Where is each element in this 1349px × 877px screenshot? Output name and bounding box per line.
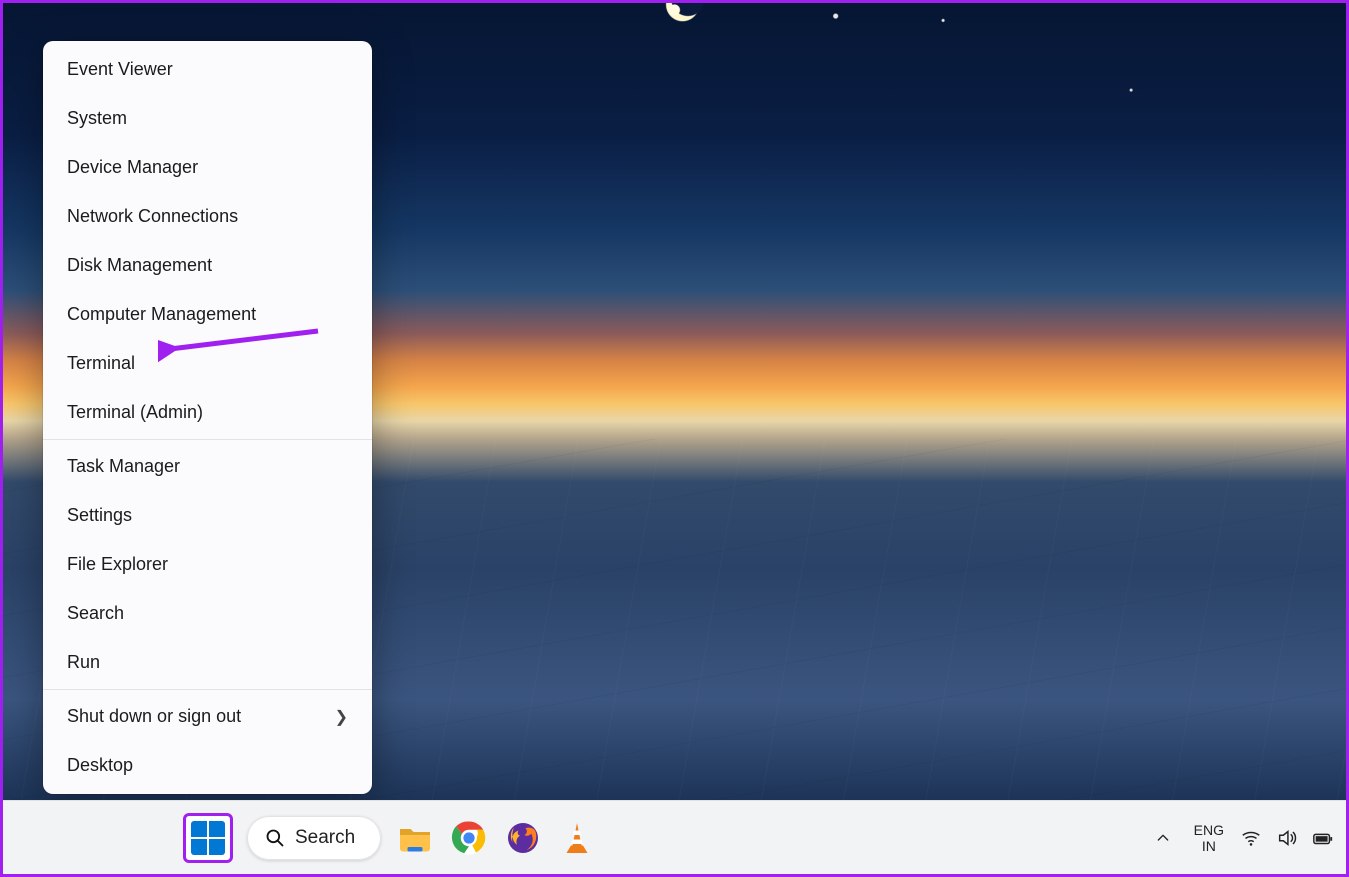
menu-label: Search — [67, 603, 124, 624]
chrome-icon — [451, 820, 487, 856]
menu-desktop[interactable]: Desktop — [43, 741, 372, 790]
taskbar-app-vlc[interactable] — [557, 818, 597, 858]
battery-icon[interactable] — [1312, 827, 1334, 849]
language-indicator[interactable]: ENG IN — [1194, 822, 1224, 854]
menu-label: Settings — [67, 505, 132, 526]
tray-overflow-button[interactable] — [1148, 823, 1178, 853]
menu-label: Desktop — [67, 755, 133, 776]
menu-device-manager[interactable]: Device Manager — [43, 143, 372, 192]
menu-separator — [43, 439, 372, 440]
speaker-icon[interactable] — [1276, 827, 1298, 849]
menu-terminal-admin[interactable]: Terminal (Admin) — [43, 388, 372, 437]
menu-label: Terminal — [67, 353, 135, 374]
menu-system[interactable]: System — [43, 94, 372, 143]
menu-shutdown-signout[interactable]: Shut down or sign out ❯ — [43, 692, 372, 741]
menu-label: System — [67, 108, 127, 129]
search-label: Search — [295, 827, 355, 849]
menu-terminal[interactable]: Terminal — [43, 339, 372, 388]
menu-separator — [43, 689, 372, 690]
menu-label: File Explorer — [67, 554, 168, 575]
menu-file-explorer[interactable]: File Explorer — [43, 540, 372, 589]
menu-network-connections[interactable]: Network Connections — [43, 192, 372, 241]
menu-label: Network Connections — [67, 206, 238, 227]
menu-event-viewer[interactable]: Event Viewer — [43, 45, 372, 94]
menu-disk-management[interactable]: Disk Management — [43, 241, 372, 290]
menu-label: Run — [67, 652, 100, 673]
power-user-menu: Event Viewer System Device Manager Netwo… — [43, 41, 372, 794]
windows-logo-icon — [191, 821, 225, 855]
menu-label: Task Manager — [67, 456, 180, 477]
menu-label: Terminal (Admin) — [67, 402, 203, 423]
menu-label: Device Manager — [67, 157, 198, 178]
menu-settings[interactable]: Settings — [43, 491, 372, 540]
taskbar-app-chrome[interactable] — [449, 818, 489, 858]
menu-label: Event Viewer — [67, 59, 173, 80]
taskbar-app-file-explorer[interactable] — [395, 818, 435, 858]
menu-label: Computer Management — [67, 304, 256, 325]
folder-icon — [397, 820, 433, 856]
language-primary: ENG — [1194, 822, 1224, 838]
menu-run[interactable]: Run — [43, 638, 372, 687]
wifi-icon[interactable] — [1240, 827, 1262, 849]
menu-label: Shut down or sign out — [67, 706, 241, 727]
search-icon — [265, 828, 285, 848]
menu-search[interactable]: Search — [43, 589, 372, 638]
language-secondary: IN — [1194, 838, 1224, 854]
chevron-up-icon — [1155, 830, 1171, 846]
taskbar-search[interactable]: Search — [247, 816, 381, 860]
taskbar-app-firefox[interactable] — [503, 818, 543, 858]
system-tray: ENG IN — [1148, 801, 1334, 874]
vlc-icon — [559, 820, 595, 856]
menu-task-manager[interactable]: Task Manager — [43, 442, 372, 491]
menu-computer-management[interactable]: Computer Management — [43, 290, 372, 339]
start-button[interactable] — [183, 813, 233, 863]
menu-label: Disk Management — [67, 255, 212, 276]
firefox-icon — [505, 820, 541, 856]
taskbar: Search ENG IN — [3, 800, 1346, 874]
chevron-right-icon: ❯ — [335, 707, 348, 727]
